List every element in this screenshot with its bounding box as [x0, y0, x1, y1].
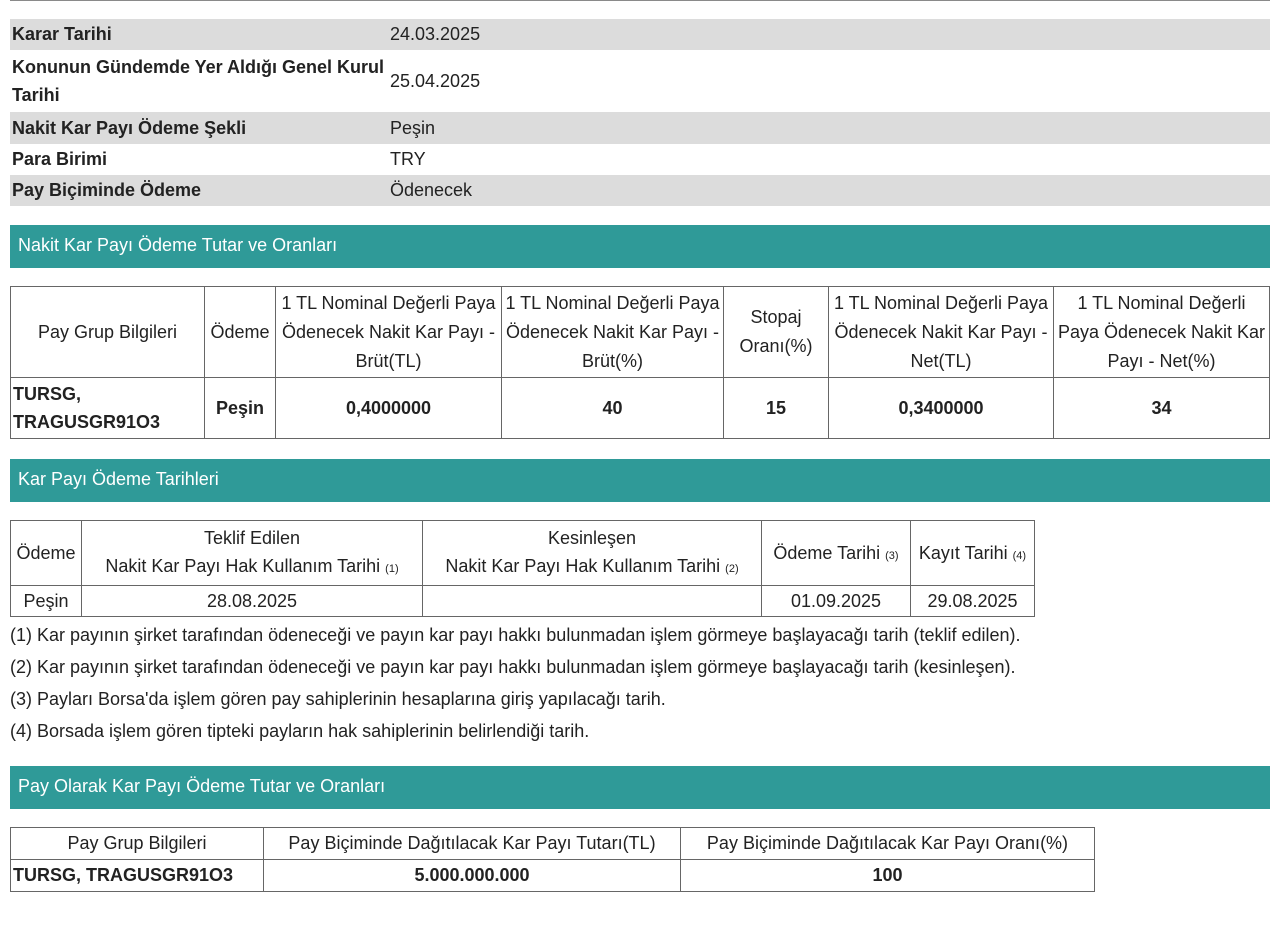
- table-header-row: Ödeme Teklif Edilen Nakit Kar Payı Hak K…: [10, 520, 1035, 586]
- table-header-row: Pay Grup Bilgileri Ödeme 1 TL Nominal De…: [10, 286, 1270, 378]
- info-value: TRY: [390, 149, 426, 169]
- header-line: Nakit Kar Payı Hak Kullanım Tarihi (1): [84, 552, 420, 583]
- footnote-ref: (1): [385, 562, 399, 575]
- column-header: 1 TL Nominal Değerli Paya Ödenecek Nakit…: [1053, 286, 1270, 378]
- info-label: Para Birimi: [12, 149, 108, 169]
- column-header: 1 TL Nominal Değerli Paya Ödenecek Nakit…: [501, 286, 724, 378]
- share-dividend-table: Pay Grup Bilgileri Pay Biçiminde Dağıtıl…: [10, 827, 1095, 892]
- table-cell: 01.09.2025: [761, 585, 911, 617]
- info-value: 25.04.2025: [390, 70, 481, 91]
- header-line: Kesinleşen: [547, 527, 637, 548]
- pay-group-cell: TURSG, TRAGUSGR91O3: [10, 859, 264, 892]
- footnote: (3) Payları Borsa'da işlem gören pay sah…: [10, 689, 666, 709]
- table-row: TURSG, TRAGUSGR91O3 Peşin 0,4000000 40 1…: [10, 377, 1270, 439]
- header-text: Kayıt Tarihi: [918, 542, 1008, 563]
- table-cell: 5.000.000.000: [263, 859, 681, 892]
- table-cell: 0,3400000: [828, 377, 1054, 439]
- footnote: (4) Borsada işlem gören tipteki payların…: [10, 721, 590, 741]
- section-header-cash-dividend: Nakit Kar Payı Ödeme Tutar ve Oranları: [10, 225, 1270, 268]
- pay-group-cell: TURSG, TRAGUSGR91O3: [10, 377, 205, 439]
- payment-dates-table: Ödeme Teklif Edilen Nakit Kar Payı Hak K…: [10, 520, 1035, 617]
- info-row: Karar Tarihi 24.03.2025: [10, 19, 1270, 50]
- info-label: Nakit Kar Payı Ödeme Şekli: [10, 112, 390, 144]
- footnote: (1) Kar payının şirket tarafından ödenec…: [10, 625, 1021, 645]
- column-header: Pay Grup Bilgileri: [10, 827, 264, 860]
- column-header-offered: Teklif Edilen Nakit Kar Payı Hak Kullanı…: [81, 520, 423, 586]
- info-row: Pay Biçiminde Ödeme Ödenecek: [10, 175, 1270, 206]
- header-text: Nakit Kar Payı Hak Kullanım Tarihi: [445, 555, 721, 576]
- column-header: 1 TL Nominal Değerli Paya Ödenecek Nakit…: [275, 286, 502, 378]
- info-value: Peşin: [390, 112, 1270, 144]
- table-cell: 34: [1053, 377, 1270, 439]
- table-cell: Peşin: [10, 585, 82, 617]
- table-cell: 15: [723, 377, 829, 439]
- section-header-payment-dates: Kar Payı Ödeme Tarihleri: [10, 459, 1270, 502]
- info-row: Konunun Gündemde Yer Aldığı Genel Kurul …: [10, 50, 1270, 112]
- column-header-finalized: Kesinleşen Nakit Kar Payı Hak Kullanım T…: [422, 520, 762, 586]
- header-line: Nakit Kar Payı Hak Kullanım Tarihi (2): [425, 552, 759, 583]
- column-header: Pay Biçiminde Dağıtılacak Kar Payı Tutar…: [263, 827, 681, 860]
- column-header: 1 TL Nominal Değerli Paya Ödenecek Nakit…: [828, 286, 1054, 378]
- cash-dividend-table: Pay Grup Bilgileri Ödeme 1 TL Nominal De…: [10, 286, 1270, 439]
- table-row: TURSG, TRAGUSGR91O3 5.000.000.000 100: [10, 859, 1095, 892]
- info-row: Para Birimi TRY: [10, 144, 1270, 175]
- table-cell: 0,4000000: [275, 377, 502, 439]
- table-cell: Peşin: [204, 377, 276, 439]
- footnote-ref: (3): [885, 549, 899, 562]
- footnote-ref: (4): [1012, 549, 1027, 562]
- column-header: Ödeme: [10, 520, 82, 586]
- column-header: Pay Biçiminde Dağıtılacak Kar Payı Oranı…: [680, 827, 1095, 860]
- header-text: Nakit Kar Payı Hak Kullanım Tarihi: [105, 555, 381, 576]
- table-row: Peşin 28.08.2025 01.09.2025 29.08.2025: [10, 585, 1035, 617]
- info-value: 24.03.2025: [390, 19, 1270, 50]
- footnotes: (1) Kar payının şirket tarafından ödenec…: [10, 619, 1270, 747]
- header-text: Ödeme Tarihi: [773, 542, 881, 563]
- decision-info-table: Karar Tarihi 24.03.2025 Konunun Gündemde…: [10, 19, 1270, 206]
- column-header: Pay Grup Bilgileri: [10, 286, 205, 378]
- column-header-record-date: Kayıt Tarihi (4): [910, 520, 1035, 586]
- table-cell: 28.08.2025: [81, 585, 423, 617]
- column-header-payment-date: Ödeme Tarihi (3): [761, 520, 911, 586]
- info-value: Ödenecek: [390, 175, 1270, 206]
- footnote-ref: (2): [725, 562, 739, 575]
- column-header: Stopaj Oranı(%): [723, 286, 829, 378]
- top-divider: [10, 0, 1270, 1]
- dividend-document: Karar Tarihi 24.03.2025 Konunun Gündemde…: [10, 19, 1270, 892]
- table-cell: 29.08.2025: [910, 585, 1035, 617]
- footnote: (2) Kar payının şirket tarafından ödenec…: [10, 657, 1016, 677]
- column-header: Ödeme: [204, 286, 276, 378]
- table-cell: 100: [680, 859, 1095, 892]
- table-cell: 40: [501, 377, 724, 439]
- info-label: Konunun Gündemde Yer Aldığı Genel Kurul …: [12, 57, 385, 105]
- header-line: Teklif Edilen: [203, 527, 301, 548]
- table-cell: [422, 585, 762, 617]
- section-header-share-dividend: Pay Olarak Kar Payı Ödeme Tutar ve Oranl…: [10, 766, 1270, 809]
- info-row: Nakit Kar Payı Ödeme Şekli Peşin: [10, 112, 1270, 144]
- table-header-row: Pay Grup Bilgileri Pay Biçiminde Dağıtıl…: [10, 827, 1095, 860]
- info-label: Pay Biçiminde Ödeme: [10, 175, 390, 206]
- info-label: Karar Tarihi: [10, 19, 390, 50]
